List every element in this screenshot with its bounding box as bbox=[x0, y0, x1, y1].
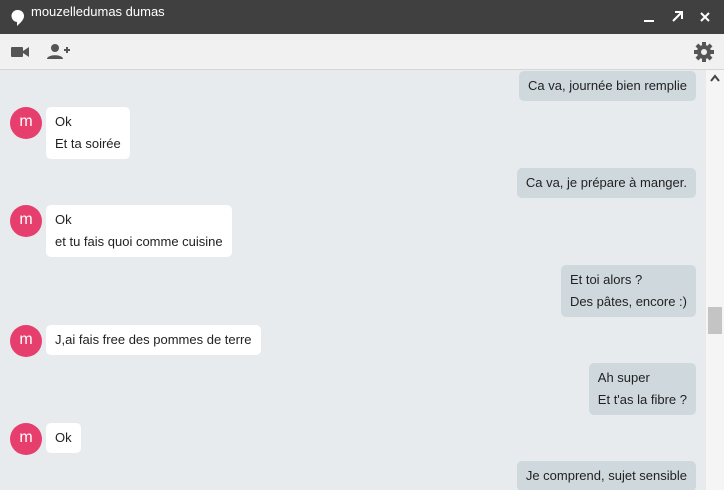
message-text: Ca va, je prépare à manger. bbox=[525, 175, 687, 190]
message-text: Et t'as la fibre ? bbox=[597, 392, 687, 407]
close-button[interactable] bbox=[694, 6, 716, 28]
chat-window-titlebar: mouzelledumas dumas bbox=[0, 0, 724, 34]
incoming-message: Ok bbox=[46, 423, 81, 453]
message-text: Ah super bbox=[597, 370, 650, 385]
message-text: Je comprend, sujet sensible bbox=[525, 468, 687, 483]
popout-icon bbox=[672, 11, 683, 22]
contact-avatar[interactable]: m bbox=[10, 325, 42, 357]
window-title: mouzelledumas dumas bbox=[31, 4, 165, 19]
chat-toolbar bbox=[0, 34, 724, 70]
settings-button[interactable] bbox=[690, 40, 718, 64]
message-text: Et toi alors ? bbox=[569, 272, 643, 287]
message-text: Ca va, journée bien remplie bbox=[528, 78, 687, 93]
video-call-button[interactable] bbox=[7, 40, 35, 64]
message-text: J,ai fais free des pommes de terre bbox=[55, 332, 252, 347]
incoming-message: Ok et tu fais quoi comme cuisine bbox=[46, 205, 232, 257]
outgoing-message: Et toi alors ? Des pâtes, encore :) bbox=[560, 265, 696, 317]
contact-avatar[interactable]: m bbox=[10, 107, 42, 139]
hangouts-bubble-icon bbox=[11, 10, 24, 26]
video-call-icon bbox=[11, 47, 29, 57]
minimize-icon bbox=[644, 20, 654, 22]
message-text: Des pâtes, encore :) bbox=[569, 294, 687, 309]
message-text: Et ta soirée bbox=[55, 136, 121, 151]
outgoing-message: Ca va, je prépare à manger. bbox=[516, 168, 696, 198]
outgoing-message: Je comprend, sujet sensible bbox=[516, 461, 696, 490]
scrollbar-thumb[interactable] bbox=[708, 307, 722, 334]
add-person-icon bbox=[47, 44, 70, 59]
message-text: Ok bbox=[55, 430, 72, 445]
contact-avatar[interactable]: m bbox=[10, 205, 42, 237]
message-text: et tu fais quoi comme cuisine bbox=[55, 234, 223, 249]
message-text: Ok bbox=[55, 212, 72, 227]
settings-gear-icon bbox=[694, 42, 714, 62]
outgoing-message: Ca va, journée bien remplie bbox=[519, 71, 696, 101]
conversation-scrollbar[interactable] bbox=[706, 70, 724, 490]
outgoing-message: Ah super Et t'as la fibre ? bbox=[588, 363, 696, 415]
minimize-button[interactable] bbox=[638, 6, 660, 28]
incoming-message: Ok Et ta soirée bbox=[46, 107, 130, 159]
add-person-button[interactable] bbox=[44, 40, 72, 64]
popout-button[interactable] bbox=[666, 6, 688, 28]
message-text: Ok bbox=[55, 114, 72, 129]
conversation-area: Ca va, journée bien remplie m Ok Et ta s… bbox=[0, 70, 706, 490]
close-icon bbox=[700, 12, 710, 22]
contact-avatar[interactable]: m bbox=[10, 423, 42, 455]
scroll-up-arrow-icon[interactable] bbox=[710, 74, 720, 82]
incoming-message: J,ai fais free des pommes de terre bbox=[46, 325, 261, 355]
